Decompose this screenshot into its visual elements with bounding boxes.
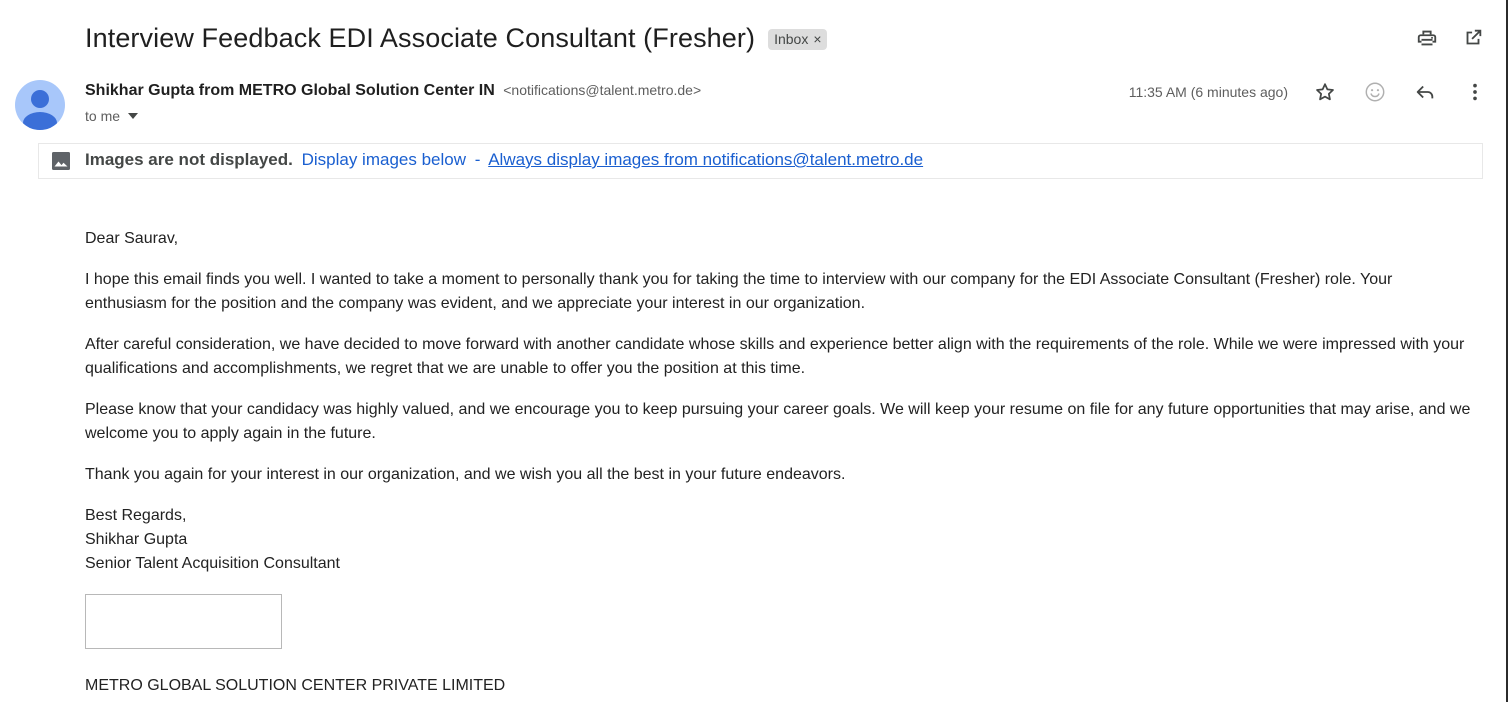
greeting: Dear Saurav,: [85, 230, 179, 247]
timestamp: 11:35 AM (6 minutes ago): [1128, 84, 1288, 100]
images-not-displayed-banner: Images are not displayed. Display images…: [38, 143, 1483, 179]
more-vertical-icon: [1473, 83, 1477, 101]
reply-icon: [1416, 85, 1434, 99]
person-avatar-icon: [15, 80, 65, 130]
sender-email: <notifications@talent.metro.de>: [503, 82, 702, 98]
signature-image-placeholder: [85, 594, 282, 649]
subject-row: Interview Feedback EDI Associate Consult…: [85, 18, 827, 58]
message-meta: 11:35 AM (6 minutes ago): [1129, 79, 1488, 105]
sender-avatar[interactable]: [15, 80, 65, 130]
chevron-down-icon: [128, 113, 139, 119]
remove-label-icon[interactable]: ×: [813, 31, 821, 47]
signoff: Best Regards,: [85, 507, 187, 524]
always-display-images-link[interactable]: Always display images from notifications…: [488, 150, 923, 169]
body-paragraph: I hope this email finds you well. I want…: [85, 271, 1393, 312]
body-paragraph: After careful consideration, we have dec…: [85, 336, 1465, 377]
sender-line: Shikhar Gupta from METRO Global Solution…: [85, 82, 701, 100]
signature-name: Shikhar Gupta: [85, 531, 188, 548]
image-icon: [51, 151, 71, 176]
printer-icon: [1417, 30, 1437, 46]
signature-title: Senior Talent Acquisition Consultant: [85, 555, 340, 572]
email-body: Dear Saurav, I hope this email finds you…: [85, 227, 1475, 698]
banner-separator: -: [474, 150, 481, 169]
open-in-new-window-button[interactable]: [1460, 25, 1486, 51]
more-options-button[interactable]: [1462, 79, 1488, 105]
reply-button[interactable]: [1412, 79, 1438, 105]
sender-name[interactable]: Shikhar Gupta from METRO Global Solution…: [85, 82, 495, 99]
banner-message: Images are not displayed.: [85, 150, 293, 169]
display-images-below-link[interactable]: Display images below: [302, 150, 466, 169]
company-name: METRO GLOBAL SOLUTION CENTER PRIVATE LIM…: [85, 677, 506, 694]
top-actions: [1414, 25, 1486, 51]
email-subject: Interview Feedback EDI Associate Consult…: [85, 22, 756, 53]
print-button[interactable]: [1414, 25, 1440, 51]
inbox-label-chip[interactable]: Inbox ×: [768, 28, 827, 50]
label-text: Inbox: [774, 30, 809, 47]
open-in-new-window-icon: [1466, 29, 1482, 45]
star-icon: [1316, 83, 1334, 101]
signature-block: Best Regards, Shikhar Gupta Senior Talen…: [85, 504, 1475, 576]
recipient-details-toggle[interactable]: to me: [85, 108, 139, 124]
recipient-text: to me: [85, 108, 121, 124]
add-reaction-button[interactable]: [1362, 79, 1388, 105]
banner-text: Images are not displayed. Display images…: [85, 150, 923, 170]
emoji-reaction-icon: [1365, 82, 1385, 102]
body-paragraph: Thank you again for your interest in our…: [85, 466, 846, 483]
star-button[interactable]: [1312, 79, 1338, 105]
body-paragraph: Please know that your candidacy was high…: [85, 401, 1471, 442]
